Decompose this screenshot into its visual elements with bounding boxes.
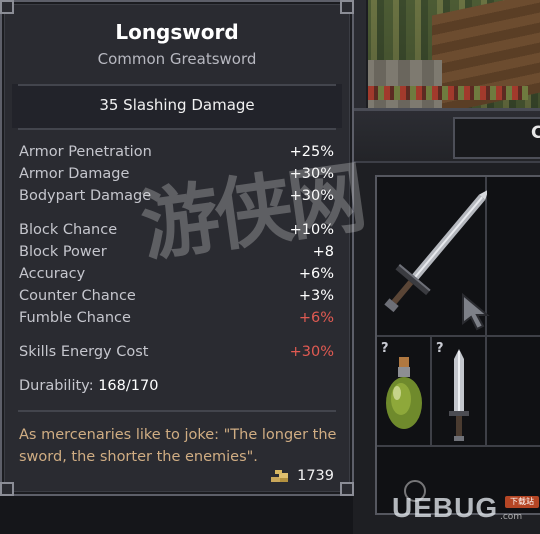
stat-row: Skills Energy Cost +30% [19, 344, 334, 364]
item-subtitle: Common Greatsword [97, 50, 257, 68]
watermark-badge: 下载站 [505, 496, 539, 508]
stat-label: Armor Penetration [19, 144, 152, 160]
stat-value: +6% [298, 310, 334, 326]
background-scene [362, 0, 540, 116]
item-title: Longsword [115, 20, 239, 44]
damage-line: 35 Slashing Damage [99, 96, 255, 114]
frame-corner [0, 482, 14, 496]
watermark-domain: .com [500, 512, 523, 522]
inventory-panel: C ? ? [353, 108, 540, 534]
inventory-header-label: C [531, 123, 540, 143]
stone-wall [362, 60, 442, 108]
cursor-icon [462, 293, 490, 331]
stat-row: Fumble Chance +6% [19, 310, 334, 330]
inventory-slot-dagger[interactable]: ? [432, 337, 487, 447]
divider [18, 84, 336, 86]
frame-corner [340, 0, 354, 14]
unknown-mark: ? [436, 341, 444, 356]
divider [18, 128, 336, 130]
inventory-tab[interactable] [453, 117, 540, 159]
durability-value: 168/170 [98, 378, 159, 394]
inventory-slot-empty[interactable] [487, 177, 540, 337]
divider [18, 410, 336, 412]
stat-value: +3% [298, 288, 334, 304]
flower-bed [368, 86, 528, 100]
durability-line: Durability: 168/170 [19, 378, 158, 394]
coins-icon [271, 470, 288, 482]
inventory-slot-potion[interactable]: ? [377, 337, 432, 447]
stat-row: Counter Chance +3% [19, 288, 334, 308]
stat-label: Block Chance [19, 222, 118, 238]
frame-corner [0, 0, 14, 14]
unknown-mark: ? [381, 341, 389, 356]
inventory-slot-empty[interactable] [487, 337, 540, 447]
stat-label: Bodypart Damage [19, 188, 152, 204]
inventory-header: C [353, 111, 540, 163]
stat-label: Fumble Chance [19, 310, 131, 326]
stat-label: Counter Chance [19, 288, 136, 304]
durability-label: Durability: [19, 378, 94, 394]
stat-value: +6% [298, 266, 334, 282]
frame-corner [340, 482, 354, 496]
stat-label: Block Power [19, 244, 107, 260]
stat-value: +30% [289, 344, 334, 360]
stat-label: Skills Energy Cost [19, 344, 149, 360]
stat-label: Accuracy [19, 266, 86, 282]
inventory-grid: ? ? [375, 175, 540, 515]
watermark-logo: UEBUG [392, 492, 499, 523]
flavor-text: As mercenaries like to joke: "The longer… [19, 427, 337, 465]
item-price: 1739 [297, 468, 334, 484]
stat-label: Armor Damage [19, 166, 130, 182]
